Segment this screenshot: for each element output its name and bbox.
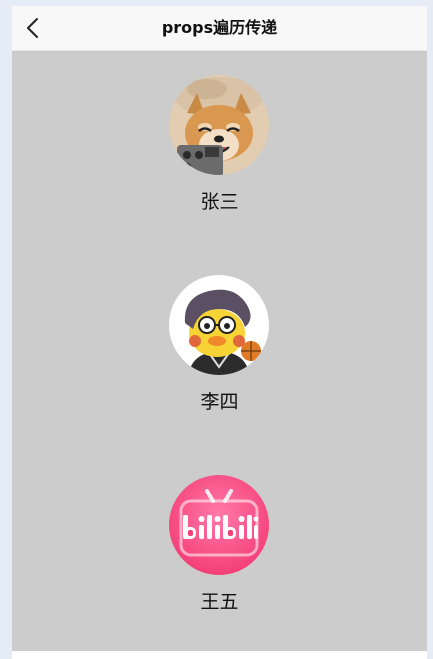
person-name: 王五 bbox=[200, 591, 239, 613]
list-item: 张三 bbox=[12, 51, 427, 251]
bilibili-logo-icon bbox=[169, 475, 269, 575]
avatar[interactable] bbox=[169, 75, 269, 175]
shiba-dog-icon bbox=[169, 75, 269, 175]
navigation-bar: props遍历传递 bbox=[12, 6, 427, 51]
avatar[interactable] bbox=[169, 475, 269, 575]
cartoon-duck-icon bbox=[169, 275, 269, 375]
page-title: props遍历传递 bbox=[161, 18, 278, 37]
list-item: 王五 bbox=[12, 451, 427, 651]
person-name: 李四 bbox=[200, 391, 239, 413]
avatar[interactable] bbox=[169, 275, 269, 375]
list-item: 李四 bbox=[12, 251, 427, 451]
person-name: 张三 bbox=[200, 191, 239, 213]
phone-screen: props遍历传递 张三 李四 王五 bbox=[12, 6, 427, 659]
person-list: 张三 李四 王五 bbox=[12, 51, 427, 651]
